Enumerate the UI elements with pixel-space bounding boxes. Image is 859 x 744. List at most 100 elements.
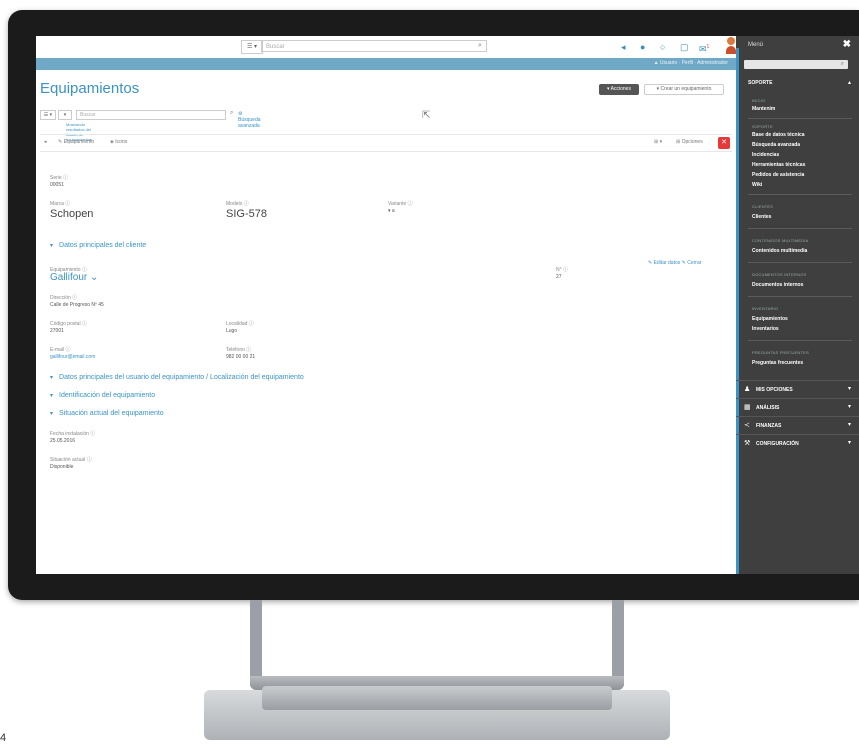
header-band: ▲ Usuario · Perfil · Administrador [36,58,736,70]
menu-category-label: CONFIGURACIÓN [756,441,799,447]
advanced-search-link[interactable]: ⚙ Búsqueda avanzada [238,111,261,129]
filter-view-select[interactable]: ☰ ▾ [40,110,56,120]
side-menu: Menú ✖ ⌕ SOPORTE ▴ INICIO Mantenim SOPOR… [736,36,859,574]
monitor-stand-neck [250,600,624,686]
variant-value: ▾ a [388,208,395,214]
create-equipment-button[interactable]: ▾ Crear un equipamiento [644,84,724,95]
city-value: Lugo [226,328,238,334]
avatar[interactable] [726,37,736,55]
search-icon[interactable]: ⌕ [841,60,844,69]
record-toolbar: ◂ ✎ Equipamiento ◈ Icono ⊞ ▾ ⊞ Opciones … [40,134,732,152]
menu-item[interactable]: Preguntas frecuentes [752,360,803,366]
section-client[interactable]: ▾ Datos principales del cliente [50,242,146,249]
email-label: E-mail ⓘ [50,347,71,353]
postal-label: Código postal ⓘ [50,321,87,327]
city-label: Localidad ⓘ [226,321,254,327]
wrench-icon: ⚒ [744,440,751,447]
search-scope-select[interactable]: ☰ ▾ [241,40,263,54]
menu-item[interactable]: Mantenim [752,106,775,112]
phone-label: Teléfono ⓘ [226,347,252,353]
view-select-button[interactable]: ⊞ ▾ [654,139,662,145]
section-user[interactable]: ▾ Datos principales del usuario del equip… [50,374,304,381]
address-label: Dirección ⓘ [50,295,78,301]
brand-value: Schopen [50,208,94,220]
record-links[interactable]: ✎ Editar datos ✎ Cerrar [648,260,701,266]
menu-category-analysis[interactable]: ▦ ANÁLISIS ▾ [736,398,859,416]
menu-item[interactable]: Contenidos multimedia [752,248,807,254]
menu-item[interactable]: Incidencias [752,152,779,158]
menu-category-finance[interactable]: ≺ FINANZAS ▾ [736,416,859,434]
serial-label: Serie ⓘ [50,175,69,181]
actions-button[interactable]: ▾ Acciones [599,84,639,95]
search-icon[interactable]: ⌕ [474,40,486,52]
chevron-down-icon: ▾ [847,404,851,410]
menu-group-label: DOCUMENTOS INTERNOS [752,272,807,277]
back-button[interactable]: ◂ [44,139,47,145]
menu-item[interactable]: Herramientas técnicas [752,162,805,168]
menu-category-config[interactable]: ⚒ CONFIGURACIÓN ▾ [736,434,859,452]
search-icon[interactable]: ⌕ [230,110,233,117]
date-label: Fecha instalación ⓘ [50,431,96,437]
section-ident[interactable]: ▾ Identificación del equipamiento [50,392,155,399]
filter-field-select[interactable]: ▾ [58,110,72,120]
circle-icon[interactable]: ○ [660,41,665,53]
menu-category-label: MIS OPCIONES [756,387,793,393]
chevron-down-icon: ▾ [847,386,851,392]
client-name-link[interactable]: Gallifour ⌄ [50,272,98,283]
calendar-icon[interactable]: ▢ [680,41,689,53]
edit-equipment-button[interactable]: ✎ Equipamiento [58,139,94,145]
menu-item[interactable]: Documentos internos [752,282,803,288]
monitor-bezel: ☰ ▾ Buscar ⌕ ◂ ● ○ ▢ ✉1 ▲ Usuario · Perf… [8,10,859,600]
menu-item[interactable]: Búsqueda avanzada [752,142,800,148]
chart-icon: ▦ [744,404,751,411]
divider [748,194,852,195]
chevron-down-icon: ▾ [847,440,851,446]
icon-button[interactable]: ◈ Icono [110,139,127,145]
brand-label: Marca ⓘ [50,201,71,207]
side-menu-search-input[interactable]: ⌕ [744,60,848,69]
model-value: SIG-578 [226,208,267,220]
menu-group-label: CLIENTES [752,204,774,209]
menu-item[interactable]: Inventarios [752,326,779,332]
menu-category-my-options[interactable]: ♟ MIS OPCIONES ▾ [736,380,859,398]
global-search-input[interactable]: Buscar [261,40,487,52]
menu-group-label: INVENTARIO [752,306,779,311]
side-menu-title: Menú [748,42,764,48]
current-state-label: Situación actual ⓘ [50,457,92,463]
side-menu-header: Menú ✖ [736,36,859,58]
menu-item[interactable]: Wiki [752,182,762,188]
menu-item[interactable]: Equipamientos [752,316,788,322]
model-label: Modelo ⓘ [226,201,249,207]
close-icon[interactable]: ✖ [843,39,851,50]
chevron-up-icon[interactable]: ▴ [848,79,851,86]
status-label: N° ⓘ [556,267,568,273]
back-icon[interactable]: ◂ [621,41,626,53]
menu-group-label: INICIO [752,98,766,103]
section-user-label: Datos principales del usuario del equipa… [59,374,304,381]
status-value: 27 [556,274,562,280]
divider [748,118,852,119]
divider [748,296,852,297]
date-value: 25.05.2016 [50,438,76,444]
options-button[interactable]: ⊞ Opciones [676,139,703,145]
menu-category-label: FINANZAS [756,423,782,429]
phone-value: 982 00 00 21 [226,354,256,360]
filter-search-input[interactable]: Buscar [76,110,226,120]
divider [748,340,852,341]
page-title: Equipamientos [40,80,140,97]
side-menu-accent [736,48,739,574]
menu-item[interactable]: Pedidos de asistencia [752,172,804,178]
email-link[interactable]: gallifour@email.com [50,354,95,360]
side-menu-section[interactable]: SOPORTE [748,80,772,86]
notification-icon[interactable]: ✉1 [699,41,709,55]
breadcrumb[interactable]: ▲ Usuario · Perfil · Administrador [654,60,728,66]
monitor-screen: ☰ ▾ Buscar ⌕ ◂ ● ○ ▢ ✉1 ▲ Usuario · Perf… [36,36,859,574]
caret-icon: ▾ [50,243,54,249]
menu-item[interactable]: Base de datos técnica [752,132,805,138]
monitor-stand-plate [262,686,612,710]
section-state[interactable]: ▾ Situación actual del equipamiento [50,410,164,417]
divider [748,262,852,263]
close-icon[interactable]: ✕ [718,137,730,149]
dot-icon[interactable]: ● [640,41,645,53]
menu-item[interactable]: Clientes [752,214,771,220]
